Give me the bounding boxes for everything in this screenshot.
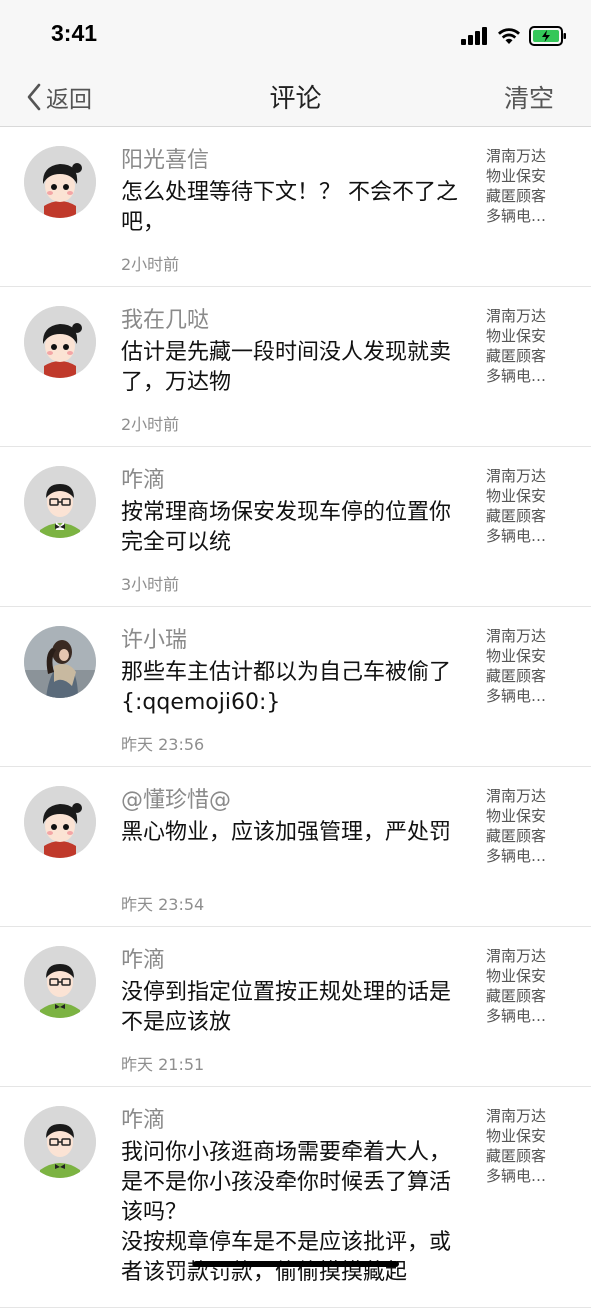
- avatar[interactable]: [24, 946, 96, 1018]
- avatar[interactable]: [24, 626, 96, 698]
- comment-source[interactable]: 渭南万达物业保安藏匿顾客多辆电…: [486, 626, 558, 706]
- comment-list: 阳光喜信 怎么处理等待下文！？ 不会不了之吧， 2小时前 渭南万达物业保安藏匿顾…: [0, 127, 591, 1308]
- cartoon-boy-avatar-icon: [24, 466, 96, 538]
- comment-text: 没停到指定位置按正规处理的话是不是应该放: [121, 980, 452, 1035]
- comment-item[interactable]: 咋滴 没停到指定位置按正规处理的话是不是应该放 昨天 21:51 渭南万达物业保…: [0, 927, 591, 1087]
- comment-author[interactable]: 咋滴: [121, 462, 165, 494]
- comment-item[interactable]: 我在几哒 估计是先藏一段时间没人发现就卖了，万达物 2小时前 渭南万达物业保安藏…: [0, 287, 591, 447]
- comment-item[interactable]: 咋滴 按常理商场保安发现车停的位置你完全可以统 3小时前 渭南万达物业保安藏匿顾…: [0, 447, 591, 607]
- comment-text: 估计是先藏一段时间没人发现就卖了，万达物: [121, 340, 452, 395]
- comment-author[interactable]: 咋滴: [121, 942, 165, 974]
- cartoon-boy-avatar-icon: [24, 946, 96, 1018]
- comment-author[interactable]: 我在几哒: [121, 302, 209, 334]
- comment-text: 按常理商场保安发现车停的位置你完全可以统: [121, 500, 452, 555]
- status-bar: 3:41: [0, 0, 591, 68]
- avatar[interactable]: [24, 306, 96, 378]
- comment-time: 2小时前: [121, 255, 180, 274]
- status-time: 3:41: [51, 20, 98, 46]
- comment-source[interactable]: 渭南万达物业保安藏匿顾客多辆电…: [486, 306, 558, 386]
- status-icons: [461, 24, 567, 48]
- comment-text: 怎么处理等待下文！？ 不会不了之吧，: [121, 180, 458, 235]
- comment-time: 昨天 23:56: [121, 735, 205, 754]
- avatar[interactable]: [24, 466, 96, 538]
- comment-item[interactable]: 许小瑞 那些车主估计都以为自己车被偷了{:qqemoji60:} 昨天 23:5…: [0, 607, 591, 767]
- avatar[interactable]: [24, 146, 96, 218]
- comment-item[interactable]: @懂珍惜@ 黑心物业，应该加强管理，严处罚 昨天 23:54 渭南万达物业保安藏…: [0, 767, 591, 927]
- comment-source[interactable]: 渭南万达物业保安藏匿顾客多辆电…: [486, 146, 558, 226]
- avatar[interactable]: [24, 786, 96, 858]
- nav-bar: 返回 评论 清空: [0, 68, 591, 127]
- clear-button[interactable]: 清空: [504, 79, 554, 115]
- comment-author[interactable]: 咋滴: [121, 1102, 165, 1134]
- battery-charging-icon: [529, 26, 566, 46]
- cartoon-girl-avatar-icon: [24, 306, 96, 378]
- cartoon-boy-avatar-icon: [24, 1106, 96, 1178]
- photo-avatar-icon: [24, 626, 96, 698]
- comment-time: 3小时前: [121, 575, 180, 594]
- comment-item[interactable]: 咋滴 我问你小孩逛商场需要牵着大人，是不是你小孩没牵你时候丢了算活该吗？ 没按规…: [0, 1087, 591, 1308]
- comment-author[interactable]: 阳光喜信: [121, 142, 209, 174]
- comment-author[interactable]: 许小瑞: [121, 622, 187, 654]
- comment-author[interactable]: @懂珍惜@: [121, 782, 231, 814]
- comment-source[interactable]: 渭南万达物业保安藏匿顾客多辆电…: [486, 466, 558, 546]
- signal-icon: [461, 27, 487, 45]
- wifi-icon: [498, 28, 520, 44]
- cartoon-girl-avatar-icon: [24, 146, 96, 218]
- comment-time: 昨天 23:54: [121, 895, 205, 914]
- home-indicator: [193, 1261, 399, 1267]
- page-title: 评论: [269, 84, 322, 114]
- comment-text: 黑心物业，应该加强管理，严处罚: [121, 820, 452, 845]
- avatar[interactable]: [24, 1106, 96, 1178]
- cartoon-girl-avatar-icon: [24, 786, 96, 858]
- comment-time: 2小时前: [121, 415, 180, 434]
- comment-source[interactable]: 渭南万达物业保安藏匿顾客多辆电…: [486, 1106, 558, 1186]
- comment-source[interactable]: 渭南万达物业保安藏匿顾客多辆电…: [486, 946, 558, 1026]
- comment-source[interactable]: 渭南万达物业保安藏匿顾客多辆电…: [486, 786, 558, 866]
- comment-time: 昨天 21:51: [121, 1055, 205, 1074]
- comment-text: 那些车主估计都以为自己车被偷了{:qqemoji60:}: [121, 660, 452, 715]
- comment-item[interactable]: 阳光喜信 怎么处理等待下文！？ 不会不了之吧， 2小时前 渭南万达物业保安藏匿顾…: [0, 127, 591, 287]
